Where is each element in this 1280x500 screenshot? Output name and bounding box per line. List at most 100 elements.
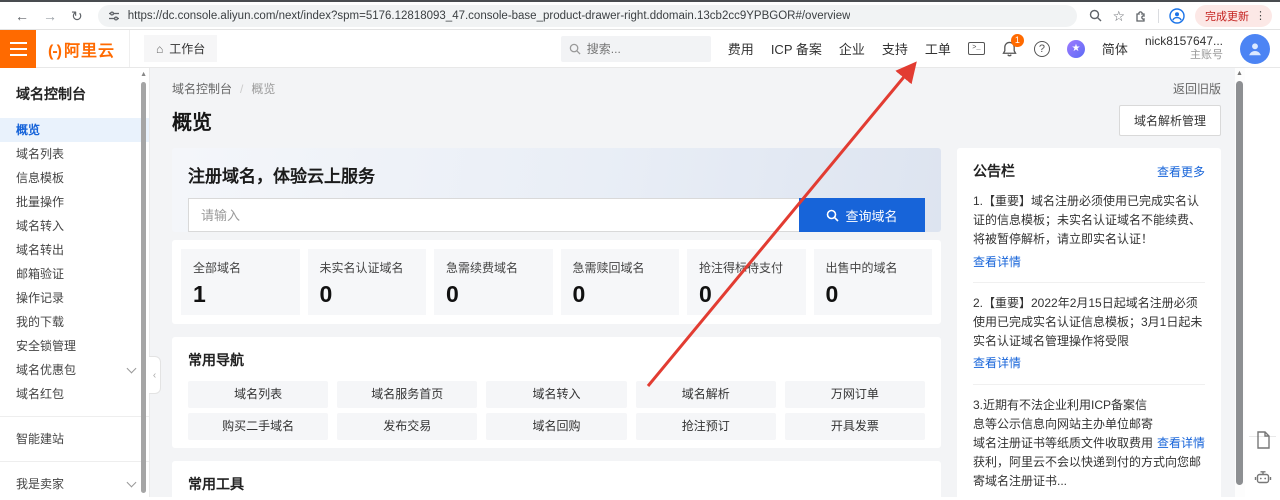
stat-bid-pending-pay[interactable]: 抢注得标待支付 0 [687,249,806,315]
home-icon: ⌂ [156,42,163,56]
sidebar-item-info-template[interactable]: 信息模板 [0,166,149,190]
sidebar-item-batch-ops[interactable]: 批量操作 [0,190,149,214]
browser-update-button[interactable]: 完成更新 ⋮ [1195,5,1272,27]
topbar-search [561,36,711,62]
sidebar-collapse-toggle[interactable]: ‹ [149,356,161,394]
nav-buy-secondhand[interactable]: 购买二手域名 [188,413,328,440]
right-gutter [1245,68,1280,497]
chevron-down-icon [127,363,137,373]
left-column: 注册域名，体验云上服务 查询域名 全部域名 1 [172,148,941,497]
sidebar-item-op-records[interactable]: 操作记录 [0,286,149,310]
site-info-icon[interactable] [108,10,120,22]
address-bar[interactable]: https://dc.console.aliyun.com/next/index… [98,5,1078,27]
sidebar-item-transfer-in[interactable]: 域名转入 [0,214,149,238]
divider [973,282,1205,283]
stat-on-sale[interactable]: 出售中的域名 0 [814,249,933,315]
language-selector[interactable]: 简体 [1102,39,1128,58]
page-scrollbar[interactable]: ▲ [1235,68,1245,497]
stat-all-domains[interactable]: 全部域名 1 [181,249,300,315]
title-row: 概览 域名解析管理 [172,105,1221,136]
nav-publish-trade[interactable]: 发布交易 [337,413,477,440]
back-to-old-link[interactable]: 返回旧版 [1173,80,1221,97]
browser-forward-icon[interactable]: → [43,9,57,23]
aliyun-logo[interactable]: (-) 阿里云 [48,37,115,61]
divider [1158,9,1159,23]
domain-search-button[interactable]: 查询域名 [799,198,925,232]
search-icon [569,43,581,55]
common-tools-card: 常用工具 [172,461,941,497]
sidebar-item-red-packet[interactable]: 域名红包 [0,382,149,406]
main-content: 域名控制台 / 概览 返回旧版 概览 域名解析管理 注册域名，体验云上服务 [150,68,1235,497]
browser-menu-icon[interactable]: ⋮ [1255,9,1266,22]
menu-tickets[interactable]: 工单 [925,39,951,58]
quick-nav-card: 常用导航 域名列表 域名服务首页 域名转入 域名解析 万网订单 购买二手域名 发… [172,337,941,448]
menu-enterprise[interactable]: 企业 [839,39,865,58]
zoom-icon[interactable] [1089,9,1102,22]
content-columns: 注册域名，体验云上服务 查询域名 全部域名 1 [172,148,1221,497]
scroll-up-icon[interactable]: ▲ [140,71,147,78]
workbench-button[interactable]: ⌂ 工作台 [144,35,217,62]
browser-back-icon[interactable]: ← [15,9,29,23]
view-more-link[interactable]: 查看更多 [1157,163,1205,180]
notifications-bell-icon[interactable]: 1 [1002,41,1017,57]
divider [973,384,1205,385]
nav-domain-home[interactable]: 域名服务首页 [337,381,477,408]
sidebar-item-security-lock[interactable]: 安全锁管理 [0,334,149,358]
announcement-item: 2.【重要】2022年2月15日起域名注册必须使用已完成实名认证信息模板；3月1… [973,294,1205,374]
sidebar: 域名控制台 概览 域名列表 信息模板 批量操作 域名转入 域名转出 邮箱验证 操… [0,68,150,497]
view-detail-link[interactable]: 查看详情 [973,354,1021,373]
extensions-icon[interactable] [1135,9,1148,22]
assistant-icon[interactable]: ★ [1067,40,1085,58]
nav-transfer-in[interactable]: 域名转入 [486,381,626,408]
view-detail-link[interactable]: 查看详情 [1157,434,1205,453]
product-menu-icon[interactable] [0,30,36,68]
sidebar-item-email-verify[interactable]: 邮箱验证 [0,262,149,286]
sidebar-item-discount-pack[interactable]: 域名优惠包 [0,358,149,382]
sidebar-item-site-builder[interactable]: 智能建站 [0,427,149,451]
menu-expenses[interactable]: 费用 [728,39,754,58]
search-icon [826,209,839,222]
help-icon[interactable]: ? [1034,41,1050,57]
nav-preorder[interactable]: 抢注预订 [636,413,776,440]
browser-profile-icon[interactable] [1169,8,1185,24]
sidebar-item-domain-list[interactable]: 域名列表 [0,142,149,166]
nav-dns[interactable]: 域名解析 [636,381,776,408]
username: nick8157647... [1145,34,1223,49]
menu-support[interactable]: 支持 [882,39,908,58]
nav-wanwang-orders[interactable]: 万网订单 [785,381,925,408]
scroll-up-icon[interactable]: ▲ [1236,70,1243,77]
stat-unverified[interactable]: 未实名认证域名 0 [308,249,427,315]
chevron-down-icon [127,477,137,487]
nav-domain-list[interactable]: 域名列表 [188,381,328,408]
domain-search-input[interactable] [188,198,799,232]
nav-invoice[interactable]: 开具发票 [785,413,925,440]
view-detail-link[interactable]: 查看详情 [973,253,1021,272]
sidebar-item-my-downloads[interactable]: 我的下载 [0,310,149,334]
search-input[interactable] [561,36,711,62]
nav-buyback[interactable]: 域名回购 [486,413,626,440]
bookmark-star-icon[interactable]: ☆ [1112,9,1125,23]
page-title: 概览 [172,106,212,135]
browser-refresh-icon[interactable]: ↻ [71,9,83,23]
stat-need-redeem[interactable]: 急需赎回域名 0 [561,249,680,315]
breadcrumb-root[interactable]: 域名控制台 [172,80,232,97]
divider [0,461,149,462]
scrollbar-thumb[interactable] [1236,81,1243,485]
customer-service-icon[interactable] [1254,469,1272,487]
sidebar-item-seller[interactable]: 我是卖家 [0,472,149,496]
sidebar-item-overview[interactable]: 概览 [0,118,149,142]
stat-need-renew[interactable]: 急需续费域名 0 [434,249,553,315]
dns-manage-button[interactable]: 域名解析管理 [1119,105,1221,136]
right-column: 公告栏 查看更多 1.【重要】域名注册必须使用已完成实名认证的信息模板；未实名认… [957,148,1221,497]
sidebar-scrollbar[interactable] [141,82,146,493]
account-info[interactable]: nick8157647... 主账号 [1145,34,1223,63]
avatar[interactable] [1240,34,1270,64]
sidebar-item-transfer-out[interactable]: 域名转出 [0,238,149,262]
menu-icp-beian[interactable]: ICP 备案 [771,39,822,58]
sidebar-title: 域名控制台 [0,68,149,118]
breadcrumb-current: 概览 [251,80,275,97]
console-topbar: (-) 阿里云 ⌂ 工作台 费用 ICP 备案 企业 支持 工单 >_ 1 ? … [0,30,1280,68]
document-icon[interactable] [1255,431,1271,449]
browser-actions: ☆ 完成更新 ⋮ [1089,5,1272,27]
cloudshell-icon[interactable]: >_ [968,42,985,55]
